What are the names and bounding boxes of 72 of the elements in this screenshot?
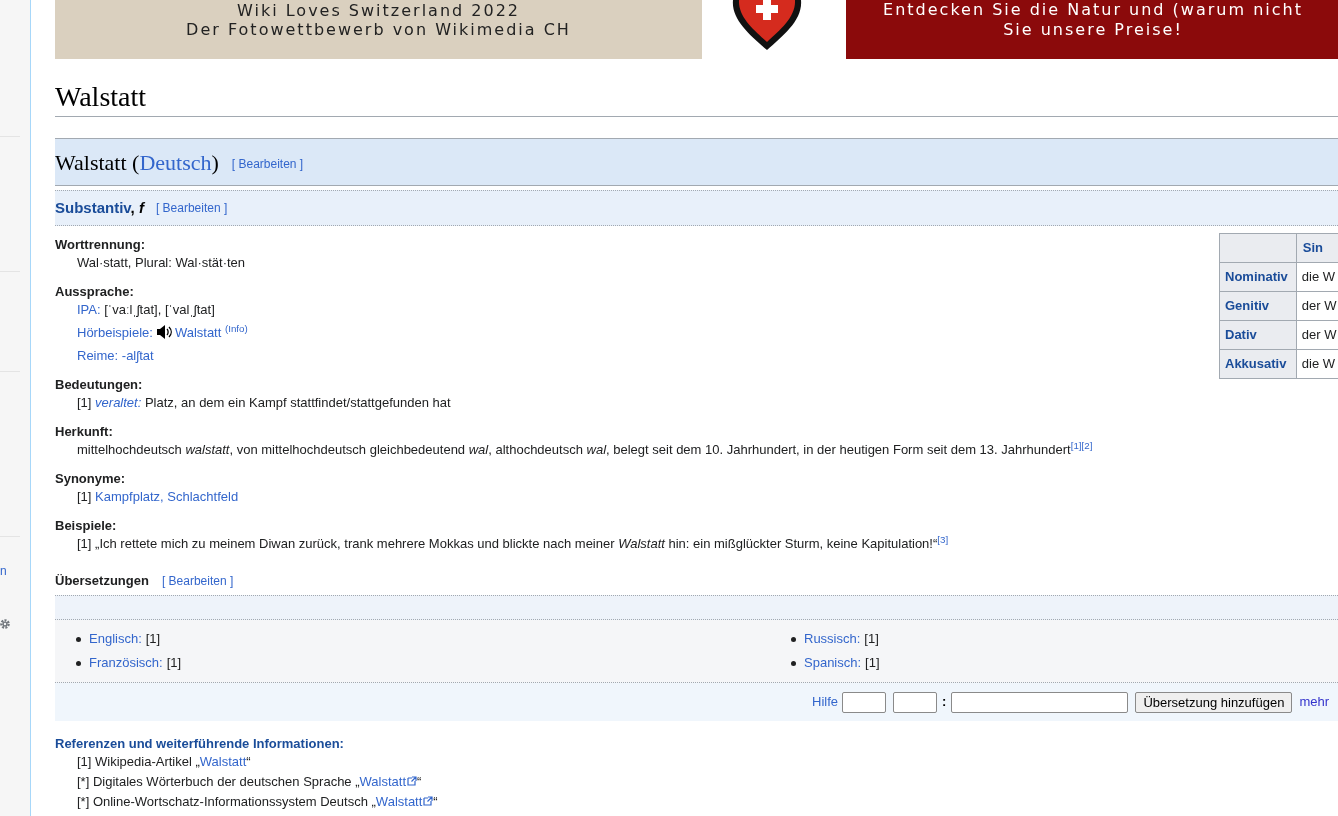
help-link[interactable]: Hilfe (812, 692, 839, 712)
banner-text: Der Fotowettbewerb von Wikimedia CH (186, 20, 571, 39)
external-link-icon (423, 796, 434, 806)
bullet-icon (76, 660, 81, 666)
section-label: Übersetzungen (55, 572, 149, 591)
column-header: Sin (1296, 233, 1338, 263)
banner-text: Wiki Loves Switzerland 2022 (237, 1, 520, 20)
section-label: Beispiele: (55, 517, 118, 535)
settings-icon[interactable] (0, 618, 11, 630)
section-label: Synonyme: (55, 470, 127, 488)
section-label: Herkunft: (55, 423, 114, 441)
link[interactable]: Spanisch: (804, 651, 862, 675)
bullet-icon (76, 636, 81, 642)
reference-text: [1] (864, 630, 879, 648)
link[interactable]: Deutsch (139, 149, 212, 175)
reference-line: [*] Online-Wortschatz-Informationssystem Deutsch „Walstatt “ (76, 793, 439, 811)
bullet-icon (791, 636, 796, 642)
section-label: Bedeutungen: (55, 376, 144, 394)
contest-banner[interactable]: Wiki Loves Switzerland 2022 Der Fotowettbewerb von Wikimedia CH (55, 0, 702, 59)
entry-line: Wal·statt, Plural: Wal·stät·ten (76, 254, 247, 272)
reference-text: [1] (865, 654, 880, 672)
entry-line: [1] Kampfplatz, Schlachtfeld (76, 488, 240, 506)
link[interactable]: Reime: (77, 348, 119, 363)
heading-text: Substantiv, f (55, 197, 144, 218)
edit-link[interactable]: [ Bearbeiten ] (161, 572, 234, 590)
entry-line: mittelhochdeutsch walstatt, von mittelhochdeutsch gleichbedeutend wal, althochdeutsch wal, belegt seit dem 10. Jahrhundert, in der heutigen Form seit dem 13. Jahrhundert$^{[1][2]}$ (76, 441, 1094, 459)
section-label: Aussprache: (55, 283, 135, 301)
link[interactable]: Walstatt (199, 754, 247, 769)
link[interactable]: (Info) (221, 325, 248, 340)
add-translation-button[interactable]: Übersetzung hinzufügen (1135, 691, 1293, 713)
input-field[interactable] (951, 691, 1129, 713)
case-header[interactable]: Dativ (1219, 320, 1297, 350)
entry-line: [1] veraltet: Platz, an dem ein Kampf stattfindet/stattgefunden hat (76, 394, 452, 412)
link[interactable]: Russisch: (804, 627, 861, 651)
reference-text: [1] (145, 630, 161, 648)
entry-line: IPA: [ˈvaːlˌʃtat], [ˈvalˌʃtat] (76, 301, 216, 319)
prize-banner[interactable]: Entdecken Sie die Natur und (warum nicht Sie unsere Preise! (846, 0, 1338, 59)
entry-line: [1] „Ich rettete mich zu meinem Diwan zurück, trank mehrere Mokkas und blickte nach meiner Walstatt hin: ein mißglückter Sturm, keine Kapitulation!“$^{[3]}$ (76, 535, 950, 553)
link[interactable]: veraltet: (95, 395, 142, 410)
heading-text: Walstatt (Deutsch) (55, 148, 219, 177)
reference-line: [*] Digitales Wörterbuch der deutschen Sprache „Walstatt “ (76, 773, 423, 791)
link[interactable]: -alʃtat (118, 348, 154, 363)
link[interactable]: Englisch: (89, 627, 142, 651)
banner-text: Sie unsere Preise! (1003, 20, 1183, 40)
speaker-icon[interactable] (155, 325, 172, 339)
section-label: Worttrennung: (55, 236, 147, 254)
sidebar-link[interactable]: n (0, 564, 7, 578)
section-label: Referenzen und weiterführende Informationen: (55, 735, 345, 753)
case-header[interactable]: Genitiv (1219, 291, 1297, 321)
link[interactable]: Walstatt (375, 794, 423, 809)
link[interactable]: [3] (937, 536, 949, 551)
link[interactable]: IPA: (77, 302, 101, 317)
external-link-icon (407, 776, 417, 786)
reference-line: [1] Wikipedia-Artikel „Walstatt“ (76, 753, 252, 771)
page-title: Walstatt (55, 80, 1338, 117)
input-field[interactable] (893, 691, 938, 713)
link[interactable]: [1][2] (1070, 442, 1093, 457)
link[interactable]: Französisch: (89, 651, 163, 675)
case-header[interactable]: Nominativ (1219, 262, 1297, 292)
edit-link[interactable]: [ Bearbeiten ] (231, 155, 304, 173)
link[interactable]: Walstatt (174, 325, 222, 340)
more-link[interactable]: mehr (1299, 692, 1329, 712)
case-header[interactable]: Akkusativ (1219, 349, 1297, 379)
link[interactable]: Kampfplatz, Schlachtfeld (95, 489, 239, 504)
reference-text: [1] (166, 654, 182, 672)
banner-text: Entdecken Sie die Natur und (warum nicht (883, 0, 1303, 20)
link[interactable]: Walstatt (359, 774, 406, 789)
edit-link[interactable]: [ Bearbeiten ] (155, 199, 228, 217)
bullet-icon (791, 660, 796, 666)
separator-text: : (942, 693, 947, 712)
link[interactable]: Hörbeispiele: (77, 325, 153, 340)
input-field[interactable] (842, 691, 887, 713)
